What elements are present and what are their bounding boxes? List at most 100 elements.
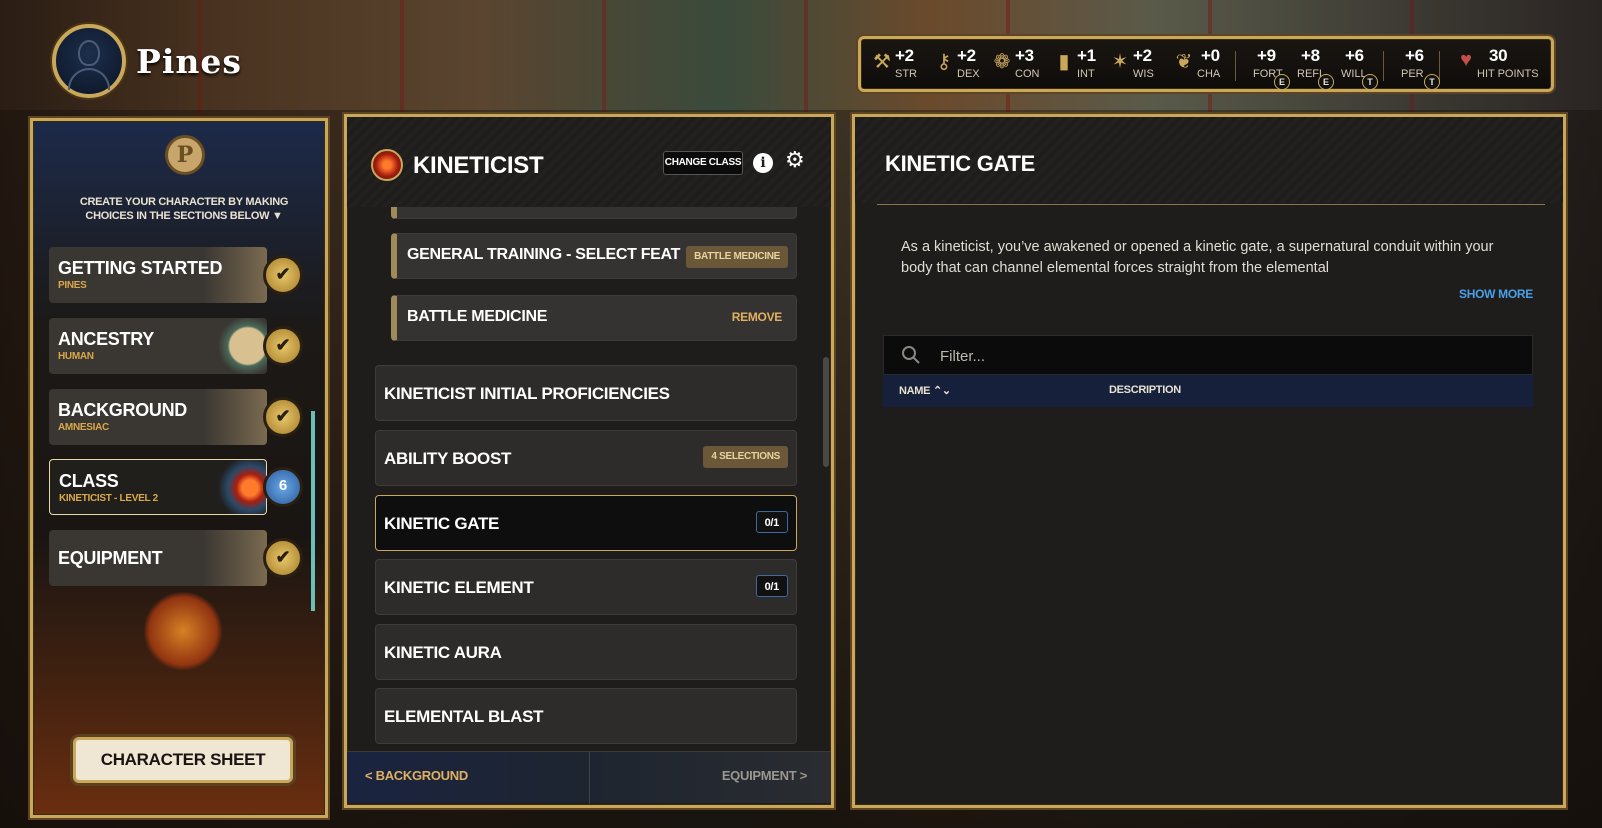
detail-panel-header: KINETIC GATE — [855, 117, 1563, 203]
gear-icon[interactable]: ⚙ — [785, 147, 805, 173]
stat-hit-points[interactable]: ♥ 30 HIT POINTS — [1455, 43, 1551, 87]
proficiency-badge-per: T — [1424, 74, 1440, 90]
stat-cha[interactable]: ❦ +0 CHA — [1169, 43, 1239, 87]
stat-value: 30 — [1489, 46, 1508, 65]
stat-int[interactable]: ▮ +1 INT — [1053, 43, 1113, 87]
stat-label: PER — [1401, 68, 1424, 80]
column-header-description: DESCRIPTION — [1109, 384, 1181, 396]
class-feature-list[interactable]: GENERAL TRAINING - SELECT FEAT BATTLE ME… — [347, 207, 831, 751]
collapsed-row-stub — [391, 207, 797, 219]
character-name: Pines — [136, 42, 242, 81]
column-header-name[interactable]: NAME ⌃⌄ — [899, 384, 951, 397]
stat-str[interactable]: ⚒ +2 STR — [871, 43, 931, 87]
list-item-initial-proficiencies[interactable]: KINETICIST INITIAL PROFICIENCIES — [375, 365, 797, 421]
pending-count-badge: 6 — [263, 467, 303, 507]
step-navigation: < BACKGROUND EQUIPMENT > — [347, 751, 831, 804]
list-item-label: GENERAL TRAINING - SELECT FEAT — [407, 246, 681, 263]
stat-label: WIS — [1133, 68, 1154, 80]
back-button[interactable]: < BACKGROUND — [365, 768, 468, 783]
avatar-body-silhouette — [68, 68, 110, 90]
filter-input[interactable] — [940, 342, 1500, 370]
remove-button[interactable]: REMOVE — [732, 310, 783, 324]
proficiency-badge-fort: E — [1274, 74, 1290, 90]
step-equipment[interactable]: EQUIPMENT — [49, 530, 267, 586]
step-thumbnail — [203, 389, 267, 445]
laurel-icon: ❦ — [1175, 51, 1193, 73]
step-subtitle: HUMAN — [58, 351, 94, 362]
stat-con[interactable]: ❁ +3 CON — [991, 43, 1051, 87]
sidebar-intro: CREATE YOUR CHARACTER BY MAKING CHOICES … — [79, 196, 289, 222]
change-class-button[interactable]: CHANGE CLASS — [663, 151, 743, 175]
step-background[interactable]: BACKGROUND AMNESIAC — [49, 389, 267, 445]
next-button[interactable]: EQUIPMENT > — [722, 768, 807, 783]
selection-count: 0/1 — [755, 511, 788, 533]
step-thumbnail — [203, 530, 267, 586]
detail-title: KINETIC GATE — [885, 151, 1035, 176]
wreath-icon: ❁ — [993, 51, 1011, 73]
selection-badge: BATTLE MEDICINE — [686, 246, 788, 268]
step-title: EQUIPMENT — [58, 548, 163, 568]
builder-sidebar: P CREATE YOUR CHARACTER BY MAKING CHOICE… — [30, 118, 328, 818]
list-item-ability-boost[interactable]: ABILITY BOOST 4 SELECTIONS — [375, 430, 797, 486]
hammer-icon: ⚒ — [873, 51, 891, 73]
proficiency-badge-will: T — [1362, 74, 1378, 90]
class-thumbnail — [202, 460, 266, 514]
class-panel-header: KINETICIST CHANGE CLASS i ⚙ — [347, 117, 831, 207]
star-icon: ✶ — [1111, 51, 1129, 73]
stat-value: +8 — [1301, 46, 1320, 65]
stat-value: +1 — [1077, 46, 1096, 65]
nav-divider — [589, 752, 590, 804]
scrollbar[interactable] — [823, 357, 829, 467]
selection-count: 0/1 — [755, 575, 788, 597]
avatar[interactable] — [52, 24, 126, 98]
list-item-label: ABILITY BOOST — [384, 449, 512, 468]
list-item-label: KINETIC ELEMENT — [384, 578, 534, 597]
key-icon: ⚷ — [936, 51, 952, 73]
header-divider — [877, 204, 1545, 205]
character-sheet-button[interactable]: CHARACTER SHEET — [73, 737, 293, 783]
stat-label: STR — [895, 68, 917, 80]
step-getting-started[interactable]: GETTING STARTED PINES — [49, 247, 267, 303]
avatar-head-silhouette — [78, 40, 100, 66]
stat-dex[interactable]: ⚷ +2 DEX — [933, 43, 993, 87]
list-item-label: KINETICIST INITIAL PROFICIENCIES — [384, 384, 670, 403]
step-ancestry[interactable]: ANCESTRY HUMAN — [49, 318, 267, 374]
show-more-link[interactable]: SHOW MORE — [1459, 287, 1533, 301]
checkmark-icon: ✔ — [263, 397, 303, 437]
stat-label: CON — [1015, 68, 1040, 80]
stat-wis[interactable]: ✶ +2 WIS — [1109, 43, 1169, 87]
hammer-illustration — [143, 591, 223, 671]
list-item-general-training[interactable]: GENERAL TRAINING - SELECT FEAT BATTLE ME… — [391, 233, 797, 279]
step-subtitle: PINES — [58, 280, 87, 291]
stat-value: +3 — [1015, 46, 1034, 65]
list-item-kinetic-element[interactable]: KINETIC ELEMENT 0/1 — [375, 559, 797, 615]
stat-value: +6 — [1345, 46, 1364, 65]
stat-label: DEX — [957, 68, 980, 80]
list-item-kinetic-aura[interactable]: KINETIC AURA — [375, 624, 797, 680]
step-class[interactable]: CLASS KINETICIST - LEVEL 2 — [49, 459, 267, 515]
filter-box — [883, 335, 1533, 375]
stat-value: +9 — [1257, 46, 1276, 65]
search-icon — [902, 346, 920, 364]
info-icon[interactable]: i — [753, 153, 773, 173]
heart-icon: ♥ — [1460, 49, 1472, 71]
class-title: KINETICIST — [413, 152, 544, 179]
list-item-elemental-blast[interactable]: ELEMENTAL BLAST — [375, 688, 797, 744]
list-item-label: KINETIC AURA — [384, 643, 502, 662]
detail-description: As a kineticist, you’ve awakened or open… — [901, 239, 1494, 276]
stat-value: +2 — [1133, 46, 1152, 65]
book-icon: ▮ — [1058, 51, 1070, 73]
kineticist-class-icon — [371, 149, 403, 181]
stat-label: HIT POINTS — [1477, 68, 1539, 80]
stat-label: CHA — [1197, 68, 1221, 80]
list-item-kinetic-gate[interactable]: KINETIC GATE 0/1 — [375, 495, 797, 551]
stat-bar: ⚒ +2 STR ⚷ +2 DEX ❁ +3 CON ▮ +1 INT ✶ +2… — [858, 36, 1554, 92]
stat-value: +0 — [1201, 46, 1220, 65]
list-item-label: ELEMENTAL BLAST — [384, 707, 544, 726]
stat-value: +2 — [895, 46, 914, 65]
stat-divider — [1235, 51, 1236, 81]
list-item-battle-medicine[interactable]: BATTLE MEDICINE REMOVE — [391, 295, 797, 341]
stat-divider — [1439, 51, 1440, 81]
checkmark-icon: ✔ — [263, 538, 303, 578]
selection-badge: 4 SELECTIONS — [703, 446, 788, 468]
